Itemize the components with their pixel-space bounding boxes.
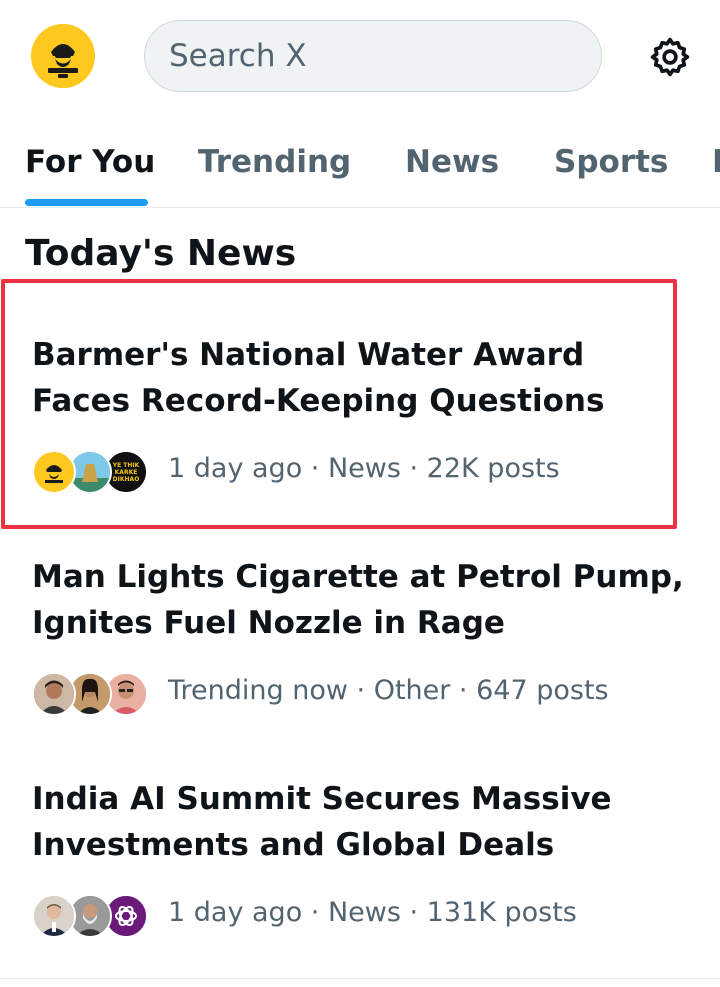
avatar <box>32 450 76 494</box>
svg-text:DIKHAO: DIKHAO <box>113 476 140 483</box>
search-bar[interactable] <box>144 20 602 92</box>
avatar-group <box>32 672 152 716</box>
divider <box>0 978 720 979</box>
settings-gear-icon[interactable] <box>648 35 692 79</box>
news-item[interactable]: Barmer's National Water Award Faces Reco… <box>0 332 720 532</box>
news-item[interactable]: Man Lights Cigarette at Petrol Pump, Ign… <box>0 554 720 754</box>
news-meta-text: Trending now · Other · 647 posts <box>168 675 609 706</box>
avatar <box>32 672 76 716</box>
news-item[interactable]: India AI Summit Secures Massive Investme… <box>0 776 720 976</box>
tab-sports[interactable]: Sports <box>554 144 668 180</box>
profile-avatar[interactable] <box>31 24 95 88</box>
svg-text:KARKE: KARKE <box>115 469 138 476</box>
tab-trending[interactable]: Trending <box>198 144 351 180</box>
news-title[interactable]: India AI Summit Secures Massive Investme… <box>32 776 692 868</box>
active-tab-indicator <box>25 199 148 206</box>
avatar-group: YE THIK KARKE DIKHAO <box>32 450 152 494</box>
news-meta: YE THIK KARKE DIKHAO 1 day ago · News · … <box>32 450 692 494</box>
tab-entertainment[interactable]: E <box>712 144 720 180</box>
news-meta-text: 1 day ago · News · 22K posts <box>168 453 560 484</box>
avatar-logo-icon <box>31 24 95 88</box>
news-title[interactable]: Man Lights Cigarette at Petrol Pump, Ign… <box>32 554 692 646</box>
tab-for-you[interactable]: For You <box>25 144 155 180</box>
explore-tabs: For You Trending News Sports E <box>0 126 720 208</box>
section-title: Today's News <box>25 233 297 274</box>
search-input[interactable] <box>169 21 569 91</box>
news-meta: 1 day ago · News · 131K posts <box>32 894 692 938</box>
news-meta-text: 1 day ago · News · 131K posts <box>168 897 577 928</box>
tab-news[interactable]: News <box>405 144 499 180</box>
news-meta: Trending now · Other · 647 posts <box>32 672 692 716</box>
news-title[interactable]: Barmer's National Water Award Faces Reco… <box>32 332 692 424</box>
avatar <box>32 894 76 938</box>
svg-text:YE THIK: YE THIK <box>112 462 140 469</box>
avatar-group <box>32 894 152 938</box>
top-bar <box>0 0 720 115</box>
